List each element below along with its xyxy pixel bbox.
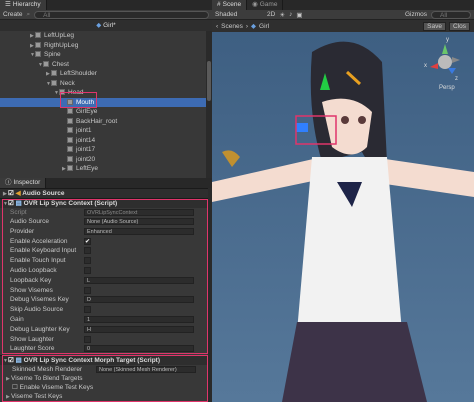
hierarchy-item-head[interactable]: ▼ Head [0, 88, 206, 97]
hierarchy-toolbar: Create ⌕ All [0, 10, 212, 20]
scene-viewport[interactable]: y x z Persp [212, 32, 474, 402]
gameobject-cube-icon [67, 127, 73, 133]
hierarchy-item-neck[interactable]: ▼ Neck [0, 79, 206, 88]
hierarchy-item-rigthupleg[interactable]: ▶ RigthUpLeg [0, 41, 206, 50]
speaker-icon: ◀ [15, 190, 21, 197]
hierarchy-item-label: LeftShoulder [60, 70, 97, 77]
prefab-cube-icon: ◆ [96, 22, 102, 29]
hierarchy-item-leftshoulder[interactable]: ▶ LeftShoulder [0, 69, 206, 78]
gizmo-z-label: z [455, 76, 458, 82]
hierarchy-item-backhair-root[interactable]: BackHair_root [0, 117, 206, 126]
hierarchy-icon: ☰ [5, 1, 11, 8]
chevron-right-icon: › [245, 22, 249, 30]
hierarchy-item-label: LeftUpLeg [44, 32, 74, 39]
gameobject-cube-icon [51, 70, 57, 76]
hierarchy-item-label: GirlEye [76, 108, 98, 115]
scene-breadcrumb: ‹ Scenes › ◆ Girl Save Clos [212, 20, 474, 32]
gameobject-cube-icon [67, 136, 73, 143]
scene-toolbar: Shaded 2D ☀ ♪ ▣ Gizmos All [212, 10, 474, 20]
scene-tabbar: # Scene ◉ Game [212, 0, 474, 10]
hierarchy-item-label: joint17 [76, 146, 96, 153]
hierarchy-item-label: RigthUpLeg [44, 41, 79, 49]
hierarchy-item-joint1[interactable]: joint1 [0, 126, 206, 135]
search-icon: ⌕ [26, 10, 31, 18]
mouth-highlight-box [60, 92, 97, 108]
hierarchy-item-label: LeftEye [76, 165, 99, 172]
hierarchy-tree: ▶ LeftUpLeg ▶ RigthUpLeg ▼ Spine ▼ Chest ▶ LeftSh… [0, 31, 206, 178]
2d-toggle[interactable]: 2D [267, 11, 275, 18]
gameobject-cube-icon [67, 146, 73, 152]
hierarchy-item-label: joint1 [76, 127, 92, 134]
close-button[interactable]: Clos [448, 21, 470, 31]
hierarchy-panel: ☰ Hierarchy Create ⌕ All ◆ Girl* ▶ LeftUpL… [0, 0, 212, 178]
gameobject-cube-icon [35, 51, 41, 57]
gameobject-cube-icon [67, 155, 73, 162]
hierarchy-item-girleye[interactable]: GirlEye [0, 107, 206, 116]
audio-source-header[interactable]: ▶☑ ◀ Audio Source [0, 188, 212, 198]
light-icon[interactable]: ☀ [279, 11, 285, 19]
audio-icon[interactable]: ♪ [289, 11, 292, 18]
prefab-cube-icon: ◆ [251, 23, 257, 30]
hierarchy-item-label: joint20 [76, 155, 96, 163]
back-arrow-icon[interactable]: ‹ [216, 23, 218, 30]
image-icon[interactable]: ▣ [296, 11, 302, 19]
gizmo-y-label: y [446, 37, 449, 43]
hierarchy-item-lefteye[interactable]: ▶ LeftEye [0, 164, 206, 173]
hierarchy-item-label: BackHair_root [76, 117, 118, 125]
game-icon: ◉ [252, 1, 258, 8]
gizmos-dropdown[interactable]: Gizmos [405, 11, 427, 18]
scene-panel: # Scene ◉ Game Shaded 2D ☀ ♪ ▣ Gizmos All … [212, 0, 474, 402]
save-button[interactable]: Save [423, 21, 446, 31]
breadcrumb-girl[interactable]: Girl [259, 23, 269, 30]
hierarchy-item-joint20[interactable]: joint20 [0, 155, 206, 164]
mouth-gizmo[interactable] [296, 123, 308, 132]
gameobject-cube-icon [51, 79, 57, 86]
scene-icon: # [217, 1, 221, 8]
hierarchy-search-input[interactable]: All [34, 10, 209, 19]
hierarchy-item-label: Chest [52, 60, 69, 68]
gameobject-cube-icon [43, 60, 49, 67]
inspector-panel: ⓘ Inspector ▶☑ ◀ Audio Source ▼☑ ▤ OVR Li… [0, 178, 212, 402]
hierarchy-item-chest[interactable]: ▼ Chest [0, 60, 206, 69]
hierarchy-item-joint14[interactable]: joint14 [0, 136, 206, 145]
hierarchy-item-label: joint14 [76, 136, 96, 144]
breadcrumb-scenes[interactable]: Scenes [221, 23, 243, 30]
tab-game[interactable]: ◉ Game [247, 0, 284, 10]
hierarchy-item-label: Neck [60, 79, 75, 87]
gameobject-cube-icon [67, 165, 73, 171]
scene-search-input[interactable]: All [431, 10, 471, 19]
shading-dropdown[interactable]: Shaded [215, 11, 263, 18]
gameobject-cube-icon [35, 32, 41, 38]
hierarchy-item-joint17[interactable]: joint17 [0, 145, 206, 154]
gameobject-cube-icon [35, 41, 41, 48]
enable-checkbox[interactable]: ☑ [8, 190, 14, 197]
gameobject-cube-icon [67, 108, 73, 114]
hierarchy-item-spine[interactable]: ▼ Spine [0, 50, 206, 59]
hierarchy-root-row[interactable]: ◆ Girl* [0, 20, 212, 31]
hierarchy-tabbar: ☰ Hierarchy [0, 0, 212, 10]
hierarchy-item-leftupleg[interactable]: ▶ LeftUpLeg [0, 31, 206, 40]
gameobject-cube-icon [67, 117, 73, 124]
morph-highlight-box [2, 355, 208, 402]
hierarchy-item-label: Spine [44, 51, 61, 58]
lipsync-highlight-box [2, 199, 208, 354]
inspector-tabbar: ⓘ Inspector [0, 178, 212, 188]
gizmo-x-label: x [424, 63, 427, 69]
persp-label[interactable]: Persp [439, 85, 455, 91]
hierarchy-item-mouth[interactable]: Mouth [0, 97, 206, 107]
tab-inspector[interactable]: ⓘ Inspector [0, 178, 47, 188]
info-icon: ⓘ [5, 179, 12, 186]
create-dropdown[interactable]: Create [3, 11, 23, 18]
tab-hierarchy[interactable]: ☰ Hierarchy [0, 0, 47, 10]
tab-scene[interactable]: # Scene [212, 0, 248, 10]
